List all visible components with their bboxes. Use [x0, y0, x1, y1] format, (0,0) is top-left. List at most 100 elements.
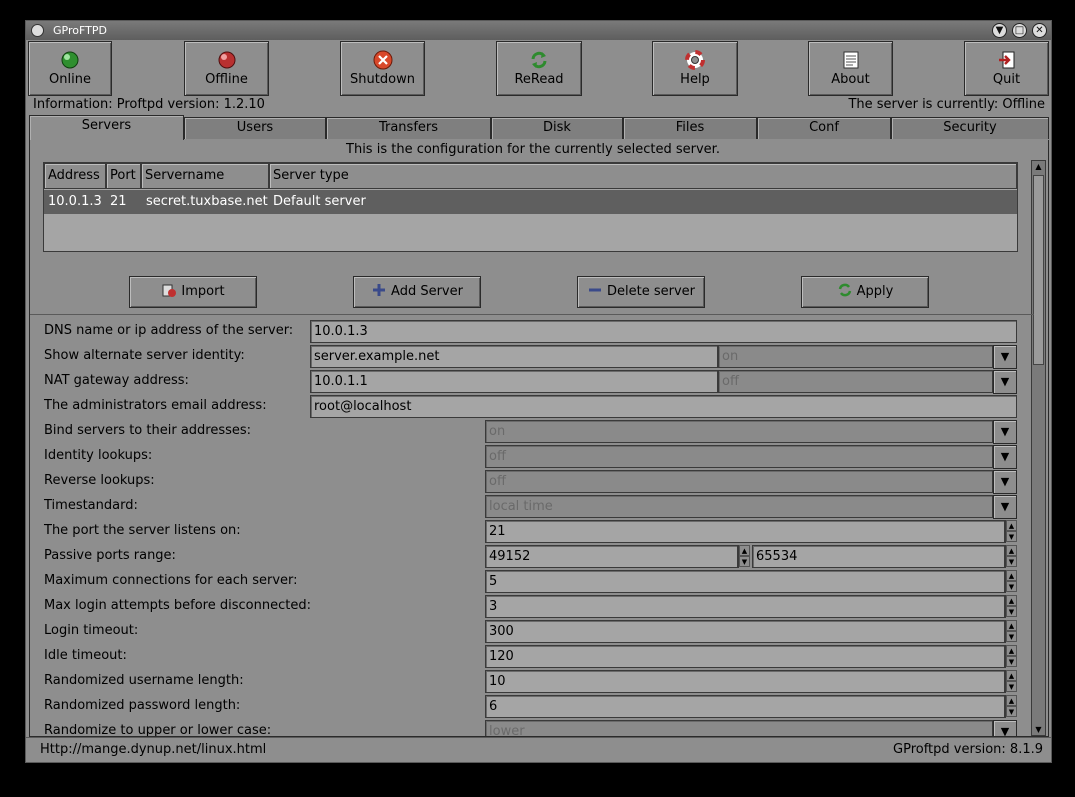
apply-button[interactable]: Apply — [801, 276, 929, 308]
passive-from-input[interactable]: 49152 — [485, 545, 738, 568]
passive-to-input[interactable]: 65534 — [752, 545, 1005, 568]
idle-timeout-stepper[interactable]: ▲ ▼ — [1005, 645, 1017, 668]
rand-user-stepper[interactable]: ▲ ▼ — [1005, 670, 1017, 693]
import-button[interactable]: Import — [129, 276, 257, 308]
app-menu-icon[interactable] — [31, 24, 44, 37]
rand-case-select[interactable]: lower — [485, 720, 993, 736]
scroll-down-icon[interactable]: ▼ — [1033, 724, 1044, 735]
column-port[interactable]: Port — [106, 163, 141, 189]
table-row[interactable]: 10.0.1.3 21 secret.tuxbase.net Default s… — [44, 190, 1017, 214]
minus-icon — [589, 288, 601, 292]
info-bar: Information: Proftpd version: 1.2.10 The… — [26, 97, 1051, 115]
tab-disk[interactable]: Disk — [491, 117, 623, 139]
shutdown-button[interactable]: Shutdown — [340, 41, 425, 96]
scroll-up-icon[interactable]: ▲ — [1033, 161, 1044, 172]
chevron-down-icon[interactable]: ▼ — [993, 370, 1017, 394]
port-label: The port the server listens on: — [44, 523, 241, 538]
passive-to-stepper[interactable]: ▲ ▼ — [1005, 545, 1017, 568]
maxconn-stepper[interactable]: ▲ ▼ — [1005, 570, 1017, 593]
port-stepper[interactable]: ▲ ▼ — [1005, 520, 1017, 543]
online-button[interactable]: Online — [28, 41, 112, 96]
passive-from-stepper[interactable]: ▲ ▼ — [738, 545, 750, 568]
server-state-info: The server is currently: Offline — [848, 97, 1045, 112]
homepage-url: Http://mange.dynup.net/linux.html — [40, 742, 267, 757]
servers-panel: This is the configuration for the curren… — [29, 140, 1049, 737]
bind-select[interactable]: on — [485, 420, 993, 443]
separator — [30, 314, 1034, 315]
login-timeout-input[interactable]: 300 — [485, 620, 1005, 643]
exit-door-icon — [998, 51, 1014, 69]
panel-scrollbar[interactable]: ▲ ▼ — [1031, 160, 1046, 736]
idle-timeout-input[interactable]: 120 — [485, 645, 1005, 668]
tab-servers[interactable]: Servers — [29, 115, 184, 140]
ident-select[interactable]: off — [485, 445, 993, 468]
column-address[interactable]: Address — [44, 163, 106, 189]
quit-button[interactable]: Quit — [964, 41, 1049, 96]
login-timeout-stepper[interactable]: ▲ ▼ — [1005, 620, 1017, 643]
row-servername: secret.tuxbase.net — [146, 194, 268, 209]
scroll-thumb[interactable] — [1033, 175, 1044, 365]
column-servername[interactable]: Servername — [141, 163, 269, 189]
help-button[interactable]: Help — [652, 41, 738, 96]
alt-identity-select[interactable]: on — [718, 345, 993, 368]
proftpd-version-info: Information: Proftpd version: 1.2.10 — [33, 97, 265, 112]
alt-identity-input[interactable]: server.example.net — [310, 345, 718, 368]
chevron-down-icon[interactable]: ▼ — [993, 495, 1017, 519]
plus-icon — [373, 284, 386, 296]
about-button[interactable]: About — [808, 41, 893, 96]
chevron-down-icon[interactable]: ▼ — [993, 345, 1017, 369]
title-bar[interactable]: GProFTPD ▼ □ ✕ — [26, 21, 1051, 40]
tab-transfers[interactable]: Transfers — [326, 117, 491, 139]
main-window: GProFTPD ▼ □ ✕ Online Offline Shutdown R… — [25, 20, 1052, 763]
green-led-icon — [61, 51, 79, 69]
panel-hint: This is the configuration for the curren… — [346, 142, 720, 157]
reread-button[interactable]: ReRead — [496, 41, 582, 96]
email-field[interactable]: root@localhost — [310, 395, 1017, 418]
chevron-down-icon[interactable]: ▼ — [993, 445, 1017, 469]
idle-timeout-label: Idle timeout: — [44, 648, 127, 663]
reverse-select[interactable]: off — [485, 470, 993, 493]
maxlogin-input[interactable]: 3 — [485, 595, 1005, 618]
tab-security[interactable]: Security — [891, 117, 1049, 139]
rand-user-input[interactable]: 10 — [485, 670, 1005, 693]
maximize-icon[interactable]: □ — [1012, 23, 1027, 38]
refresh-icon — [531, 51, 547, 69]
add-server-button[interactable]: Add Server — [353, 276, 481, 308]
minimize-icon[interactable]: ▼ — [992, 23, 1007, 38]
tab-files[interactable]: Files — [623, 117, 757, 139]
port-input[interactable]: 21 — [485, 520, 1005, 543]
window-title: GProFTPD — [53, 24, 107, 37]
maxconn-label: Maximum connections for each server: — [44, 573, 298, 588]
alt-identity-label: Show alternate server identity: — [44, 348, 245, 363]
email-label: The administrators email address: — [44, 398, 267, 413]
row-port: 21 — [110, 194, 127, 209]
tab-users[interactable]: Users — [184, 117, 326, 139]
dns-label: DNS name or ip address of the server: — [44, 323, 294, 338]
tab-bar: Servers Users Transfers Disk Files Conf … — [29, 115, 1049, 140]
chevron-down-icon[interactable]: ▼ — [993, 470, 1017, 494]
chevron-down-icon[interactable]: ▼ — [993, 720, 1017, 736]
tab-conf[interactable]: Conf — [757, 117, 891, 139]
close-icon[interactable]: ✕ — [1032, 23, 1047, 38]
nat-select[interactable]: off — [718, 370, 993, 393]
row-address: 10.0.1.3 — [48, 194, 102, 209]
refresh-icon — [838, 283, 851, 297]
toolbar: Online Offline Shutdown ReRead Help Abou… — [26, 41, 1051, 97]
timestandard-label: Timestandard: — [44, 498, 138, 513]
rand-pass-input[interactable]: 6 — [485, 695, 1005, 718]
login-timeout-label: Login timeout: — [44, 623, 139, 638]
nat-label: NAT gateway address: — [44, 373, 189, 388]
gproftpd-version: GProftpd version: 8.1.9 — [893, 742, 1043, 757]
nat-input[interactable]: 10.0.1.1 — [310, 370, 718, 393]
column-server-type[interactable]: Server type — [269, 163, 1017, 189]
maxlogin-stepper[interactable]: ▲ ▼ — [1005, 595, 1017, 618]
import-icon — [162, 284, 177, 297]
timestandard-select[interactable]: local time — [485, 495, 993, 518]
delete-server-button[interactable]: Delete server — [577, 276, 705, 308]
offline-button[interactable]: Offline — [184, 41, 269, 96]
dns-input[interactable]: 10.0.1.3 — [310, 320, 1017, 343]
rand-pass-stepper[interactable]: ▲ ▼ — [1005, 695, 1017, 718]
maxconn-input[interactable]: 5 — [485, 570, 1005, 593]
chevron-down-icon[interactable]: ▼ — [993, 420, 1017, 444]
document-icon — [843, 51, 858, 69]
